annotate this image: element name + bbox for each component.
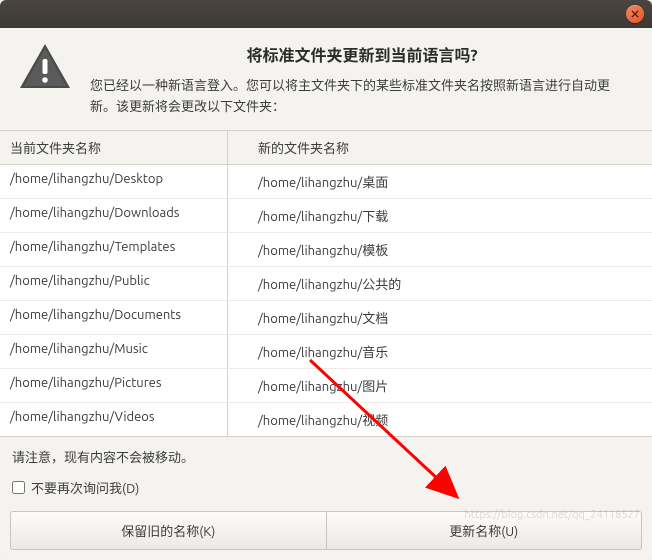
- cell-old-path: /home/lihangzhu/Documents: [0, 301, 228, 334]
- column-header-new[interactable]: 新的文件夹名称: [228, 131, 652, 164]
- warning-icon: [18, 42, 72, 90]
- table-header: 当前文件夹名称 新的文件夹名称: [0, 131, 652, 165]
- cell-new-path: /home/lihangzhu/图片: [228, 369, 652, 402]
- titlebar: [0, 0, 652, 28]
- cell-old-path: /home/lihangzhu/Music: [0, 335, 228, 368]
- cell-new-path: /home/lihangzhu/模板: [228, 233, 652, 266]
- table-row[interactable]: /home/lihangzhu/Public/home/lihangzhu/公共…: [0, 267, 652, 301]
- folder-table: 当前文件夹名称 新的文件夹名称 /home/lihangzhu/Desktop/…: [0, 130, 652, 437]
- cell-old-path: /home/lihangzhu/Desktop: [0, 165, 228, 198]
- dont-ask-checkbox[interactable]: [12, 481, 25, 494]
- cell-new-path: /home/lihangzhu/公共的: [228, 267, 652, 300]
- cell-old-path: /home/lihangzhu/Pictures: [0, 369, 228, 402]
- dont-ask-label[interactable]: 不要再次询问我(D): [31, 478, 139, 497]
- table-row[interactable]: /home/lihangzhu/Videos/home/lihangzhu/视频: [0, 403, 652, 436]
- cell-old-path: /home/lihangzhu/Videos: [0, 403, 228, 436]
- update-names-button[interactable]: 更新名称(U): [327, 511, 643, 550]
- cell-old-path: /home/lihangzhu/Downloads: [0, 199, 228, 232]
- table-row[interactable]: /home/lihangzhu/Music/home/lihangzhu/音乐: [0, 335, 652, 369]
- keep-old-names-button[interactable]: 保留旧的名称(K): [10, 511, 327, 550]
- dialog-body: 将标准文件夹更新到当前语言吗? 您已经以一种新语言登入。您可以将主文件夹下的某些…: [0, 28, 652, 130]
- table-row[interactable]: /home/lihangzhu/Documents/home/lihangzhu…: [0, 301, 652, 335]
- table-row[interactable]: /home/lihangzhu/Desktop/home/lihangzhu/桌…: [0, 165, 652, 199]
- cell-old-path: /home/lihangzhu/Templates: [0, 233, 228, 266]
- dialog-description: 您已经以一种新语言登入。您可以将主文件夹下的某些标准文件夹名按照新语言进行自动更…: [90, 76, 634, 118]
- table-row[interactable]: /home/lihangzhu/Templates/home/lihangzhu…: [0, 233, 652, 267]
- button-row: 保留旧的名称(K) 更新名称(U): [0, 511, 652, 560]
- cell-new-path: /home/lihangzhu/文档: [228, 301, 652, 334]
- dialog-title: 将标准文件夹更新到当前语言吗?: [90, 42, 634, 66]
- table-row[interactable]: /home/lihangzhu/Downloads/home/lihangzhu…: [0, 199, 652, 233]
- cell-new-path: /home/lihangzhu/视频: [228, 403, 652, 436]
- cell-new-path: /home/lihangzhu/音乐: [228, 335, 652, 368]
- cell-old-path: /home/lihangzhu/Public: [0, 267, 228, 300]
- cell-new-path: /home/lihangzhu/下载: [228, 199, 652, 232]
- cell-new-path: /home/lihangzhu/桌面: [228, 165, 652, 198]
- table-row[interactable]: /home/lihangzhu/Pictures/home/lihangzhu/…: [0, 369, 652, 403]
- close-icon: [631, 10, 639, 18]
- note-text: 请注意，现有内容不会被移动。: [0, 437, 652, 472]
- close-button[interactable]: [626, 5, 644, 23]
- column-header-old[interactable]: 当前文件夹名称: [0, 131, 228, 164]
